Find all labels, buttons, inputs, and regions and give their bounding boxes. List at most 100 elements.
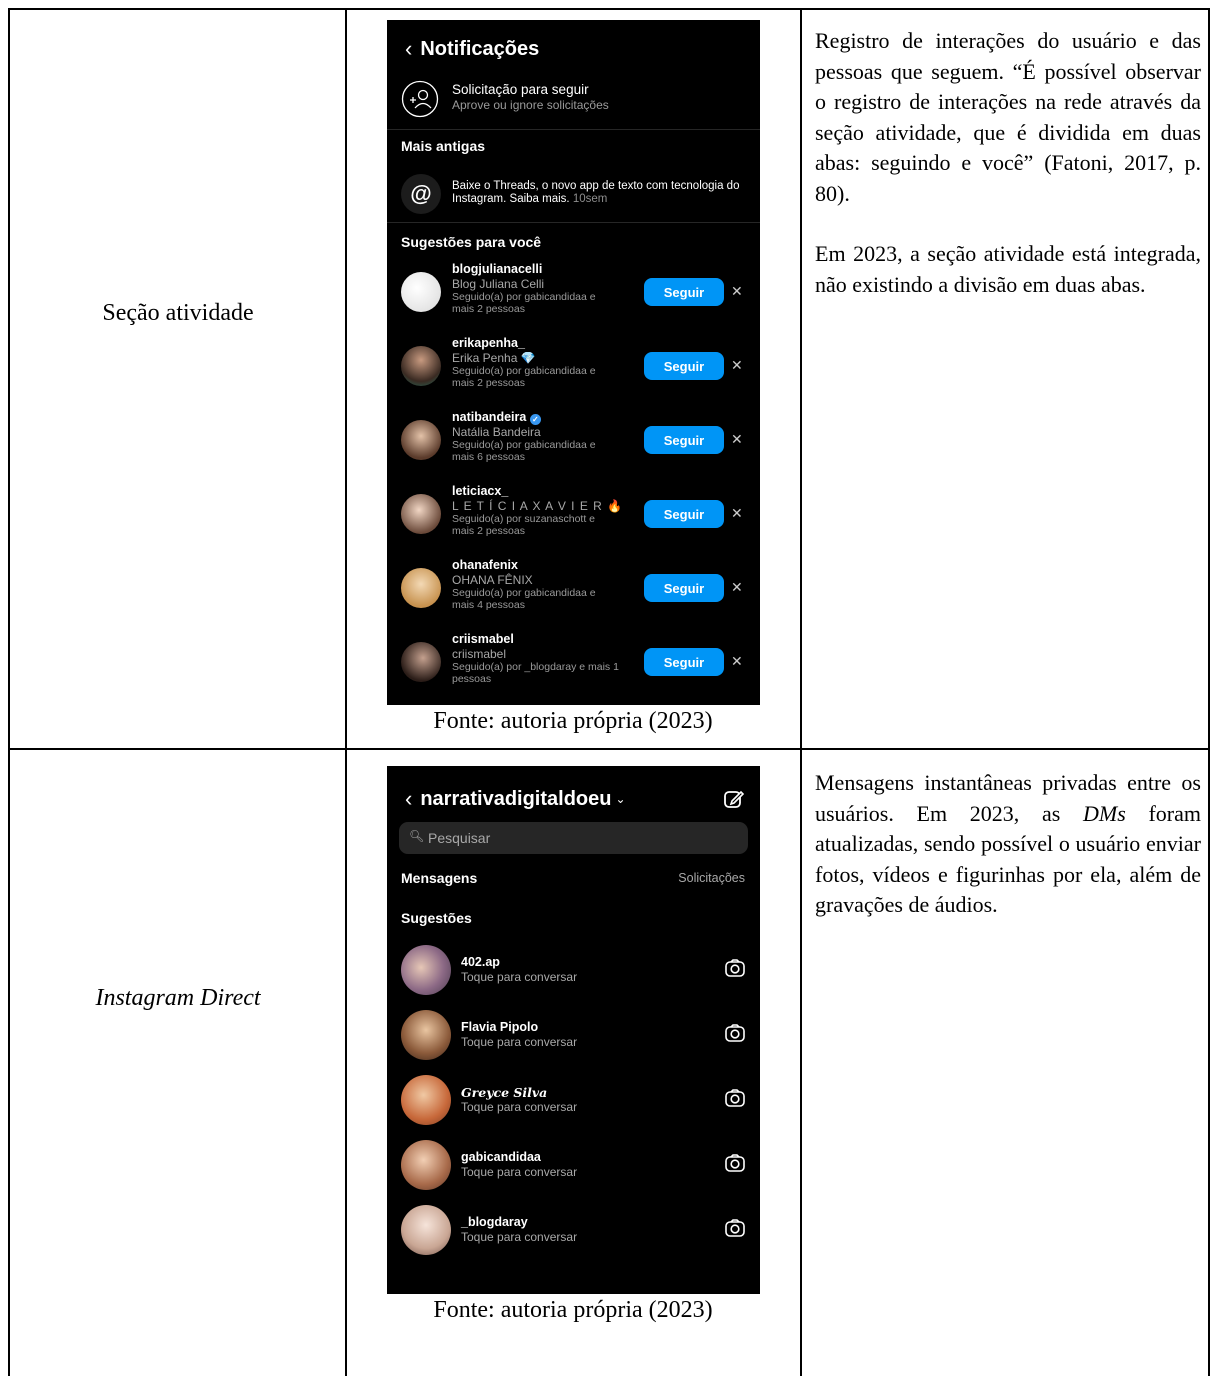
suggestion-row: natibandeira ✓ Natália Bandeira Seguido(… bbox=[401, 410, 751, 474]
camera-icon[interactable] bbox=[725, 1154, 745, 1172]
avatar[interactable] bbox=[401, 420, 441, 460]
row-divider bbox=[8, 748, 1210, 750]
description-paragraph: Mensagens instantâneas privadas entre os… bbox=[815, 768, 1201, 921]
dismiss-icon[interactable]: ✕ bbox=[731, 357, 743, 374]
back-chevron-icon[interactable]: ‹ bbox=[405, 36, 412, 62]
divider bbox=[387, 222, 760, 223]
avatar bbox=[401, 945, 451, 995]
direct-header: ‹ narrativadigitaldoeu ⌄ bbox=[405, 786, 626, 812]
direct-suggestions-title: Sugestões bbox=[401, 910, 472, 926]
suggestion-username[interactable]: leticiacx_ bbox=[452, 484, 632, 499]
contact-row[interactable]: 402.ap Toque para conversar bbox=[401, 945, 751, 997]
tab-messages[interactable]: Mensagens bbox=[401, 870, 477, 886]
suggestion-followed-by: Seguido(a) por gabicandidaa e mais 4 pes… bbox=[452, 587, 596, 611]
add-person-icon bbox=[401, 80, 439, 118]
suggestion-followed-by: Seguido(a) por gabicandidaa e mais 6 pes… bbox=[452, 439, 596, 463]
contact-name: Greyce Silva bbox=[461, 1085, 548, 1100]
follow-button[interactable]: Seguir bbox=[644, 278, 724, 306]
dismiss-icon[interactable]: ✕ bbox=[731, 653, 743, 670]
notifications-title: Notificações bbox=[420, 37, 540, 60]
contact-name: _blogdaray bbox=[461, 1215, 528, 1229]
camera-icon[interactable] bbox=[725, 1089, 745, 1107]
suggestion-row: leticiacx_ L E T Í C I A X A V I E R 🔥 S… bbox=[401, 484, 751, 548]
contact-subtitle: Toque para conversar bbox=[461, 1035, 578, 1049]
suggestion-name: L E T Í C I A X A V I E R 🔥 bbox=[452, 499, 624, 513]
camera-icon[interactable] bbox=[725, 959, 745, 977]
description-paragraph: Registro de interações do usuário e das … bbox=[815, 28, 1201, 206]
tab-requests[interactable]: Solicitações bbox=[678, 871, 745, 885]
suggestion-name: criismabel bbox=[452, 647, 507, 661]
avatar[interactable] bbox=[401, 346, 441, 386]
contact-row[interactable]: gabicandidaa Toque para conversar bbox=[401, 1140, 751, 1192]
threads-notification[interactable]: @ Baixe o Threads, o novo app de texto c… bbox=[401, 172, 751, 218]
figure-caption: Fonte: autoria própria (2023) bbox=[433, 708, 713, 734]
contact-name: Flavia Pipolo bbox=[461, 1020, 539, 1034]
dismiss-icon[interactable]: ✕ bbox=[731, 431, 743, 448]
divider bbox=[387, 129, 760, 130]
suggestion-row: blogjulianacelli Blog Juliana Celli Segu… bbox=[401, 262, 751, 326]
suggestion-username[interactable]: criismabel bbox=[452, 632, 632, 647]
row-description: Mensagens instantâneas privadas entre os… bbox=[815, 768, 1201, 921]
dismiss-icon[interactable]: ✕ bbox=[731, 579, 743, 596]
avatar[interactable] bbox=[401, 568, 441, 608]
suggestion-username[interactable]: erikapenha_ bbox=[452, 336, 632, 351]
avatar bbox=[401, 1010, 451, 1060]
description-paragraph: Em 2023, a seção atividade está integrad… bbox=[815, 241, 1201, 297]
older-section-title: Mais antigas bbox=[401, 138, 486, 154]
suggestion-name: Blog Juliana Celli bbox=[452, 277, 545, 291]
suggestion-username[interactable]: ohanafenix bbox=[452, 558, 632, 573]
dismiss-icon[interactable]: ✕ bbox=[731, 283, 743, 300]
follow-button[interactable]: Seguir bbox=[644, 426, 724, 454]
suggestion-row: erikapenha_ Erika Penha 💎 Seguido(a) por… bbox=[401, 336, 751, 400]
column-divider-1 bbox=[345, 8, 347, 1376]
suggestion-username[interactable]: natibandeira ✓ bbox=[452, 410, 632, 425]
account-name[interactable]: narrativadigitaldoeu bbox=[420, 788, 611, 811]
threads-logo-icon: @ bbox=[401, 174, 441, 214]
row-label-instagram-direct: Instagram Direct bbox=[95, 985, 261, 1011]
figure-caption: Fonte: autoria própria (2023) bbox=[433, 1297, 713, 1323]
notifications-header: ‹ Notificações bbox=[405, 36, 539, 62]
suggestion-name: Natália Bandeira bbox=[452, 425, 541, 439]
suggestion-followed-by: Seguido(a) por suzanaschott e mais 2 pes… bbox=[452, 513, 596, 537]
suggestions-section-title: Sugestões para você bbox=[401, 234, 542, 250]
search-input[interactable]: 🔍︎ Pesquisar bbox=[399, 822, 748, 854]
back-chevron-icon[interactable]: ‹ bbox=[405, 786, 412, 812]
avatar[interactable] bbox=[401, 494, 441, 534]
suggestion-name: Erika Penha 💎 bbox=[452, 351, 536, 365]
contact-row[interactable]: Greyce Silva Toque para conversar bbox=[401, 1075, 751, 1127]
camera-icon[interactable] bbox=[725, 1219, 745, 1237]
follow-request-item[interactable]: Solicitação para seguir Aprove ou ignore… bbox=[401, 80, 751, 124]
column-divider-2 bbox=[800, 8, 802, 1376]
follow-button[interactable]: Seguir bbox=[644, 648, 724, 676]
camera-icon[interactable] bbox=[725, 1024, 745, 1042]
contact-name: 402.ap bbox=[461, 955, 500, 969]
avatar[interactable] bbox=[401, 642, 441, 682]
threads-time: 10sem bbox=[572, 193, 608, 205]
new-message-icon[interactable] bbox=[723, 788, 745, 810]
contact-row[interactable]: _blogdaray Toque para conversar bbox=[401, 1205, 751, 1257]
follow-button[interactable]: Seguir bbox=[644, 574, 724, 602]
follow-button[interactable]: Seguir bbox=[644, 500, 724, 528]
suggestion-followed-by: Seguido(a) por _blogdaray e mais 1 pesso… bbox=[452, 661, 619, 685]
suggestion-username[interactable]: blogjulianacelli bbox=[452, 262, 632, 277]
contact-subtitle: Toque para conversar bbox=[461, 1100, 578, 1114]
contact-name: gabicandidaa bbox=[461, 1150, 541, 1164]
suggestion-row: criismabel criismabel Seguido(a) por _bl… bbox=[401, 632, 751, 696]
contact-subtitle: Toque para conversar bbox=[461, 970, 578, 984]
chevron-down-icon[interactable]: ⌄ bbox=[615, 792, 625, 806]
row-label-secao-atividade: Seção atividade bbox=[102, 300, 254, 326]
follow-button[interactable]: Seguir bbox=[644, 352, 724, 380]
verified-badge-icon: ✓ bbox=[529, 414, 541, 425]
search-placeholder: Pesquisar bbox=[428, 830, 491, 846]
suggestion-followed-by: Seguido(a) por gabicandidaa e mais 2 pes… bbox=[452, 291, 596, 315]
suggestion-row: ohanafenix OHANA FÊNIX Seguido(a) por ga… bbox=[401, 558, 751, 622]
dismiss-icon[interactable]: ✕ bbox=[731, 505, 743, 522]
avatar[interactable] bbox=[401, 272, 441, 312]
suggestion-followed-by: Seguido(a) por gabicandidaa e mais 2 pes… bbox=[452, 365, 596, 389]
avatar bbox=[401, 1075, 451, 1125]
follow-request-subtitle: Aprove ou ignore solicitações bbox=[452, 98, 609, 112]
direct-screenshot: ‹ narrativadigitaldoeu ⌄ 🔍︎ Pesquisar Me… bbox=[387, 766, 760, 1294]
row-description: Registro de interações do usuário e das … bbox=[815, 26, 1201, 300]
contact-row[interactable]: Flavia Pipolo Toque para conversar bbox=[401, 1010, 751, 1062]
notifications-screenshot: ‹ Notificações Solicitação para seguir A… bbox=[387, 20, 760, 705]
